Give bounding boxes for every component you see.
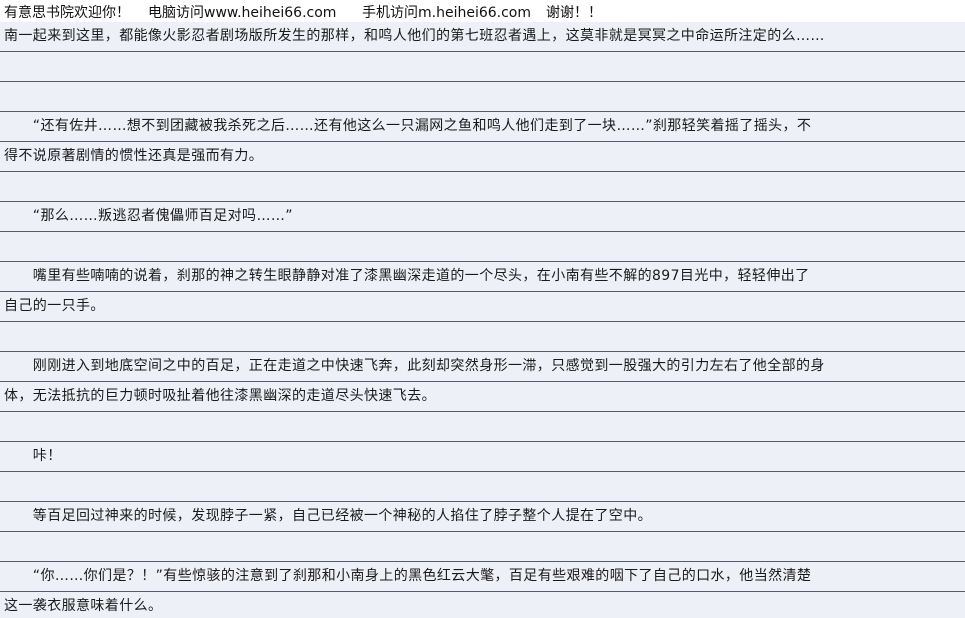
text-line: 自己的一只手。 xyxy=(4,298,105,314)
text-line: 南一起来到这里，都能像火影忍者剧场版所发生的那样，和鸣人他们的第七班忍者遇上，这… xyxy=(4,28,825,44)
site-header: 有意思书院欢迎你！ 电脑访问www.heihei66.com 手机访问m.hei… xyxy=(0,0,965,24)
text-line: 体，无法抵抗的巨力顿时吸扯着他往漆黑幽深的走道尽头快速飞去。 xyxy=(4,388,436,404)
text-line: “你……你们是？！”有些惊骇的注意到了刹那和小南身上的黑色红云大氅，百足有些艰难… xyxy=(4,568,812,584)
text-line: 刚刚进入到地底空间之中的百足，正在走道之中快速飞奔，此刻却突然身形一滞，只感觉到… xyxy=(4,358,825,374)
chapter-content: 南一起来到这里，都能像火影忍者剧场版所发生的那样，和鸣人他们的第七班忍者遇上，这… xyxy=(0,22,965,618)
text-line: 咔！ xyxy=(4,448,62,464)
welcome-text: 有意思书院欢迎你！ xyxy=(4,5,130,21)
mobile-visit-text: 手机访问m.heihei66.com xyxy=(362,5,532,21)
text-line: “那么……叛逃忍者傀儡师百足对吗……” xyxy=(4,208,293,224)
text-line: 嘴里有些喃喃的说着，刹那的神之转生眼静静对准了漆黑幽深走道的一个尽头，在小南有些… xyxy=(4,268,810,284)
text-line: “还有佐井……想不到团藏被我杀死之后……还有他这么一只漏网之鱼和鸣人他们走到了一… xyxy=(4,118,812,134)
text-line: 这一袭衣服意味着什么。 xyxy=(4,598,163,614)
thanks-text: 谢谢！！ xyxy=(546,5,602,21)
text-line: 得不说原著剧情的惯性还真是强而有力。 xyxy=(4,148,264,164)
pc-visit-text: 电脑访问www.heihei66.com xyxy=(148,5,337,21)
text-line: 等百足回过神来的时候，发现脖子一紧，自己已经被一个神秘的人掐住了脖子整个人提在了… xyxy=(4,508,652,524)
